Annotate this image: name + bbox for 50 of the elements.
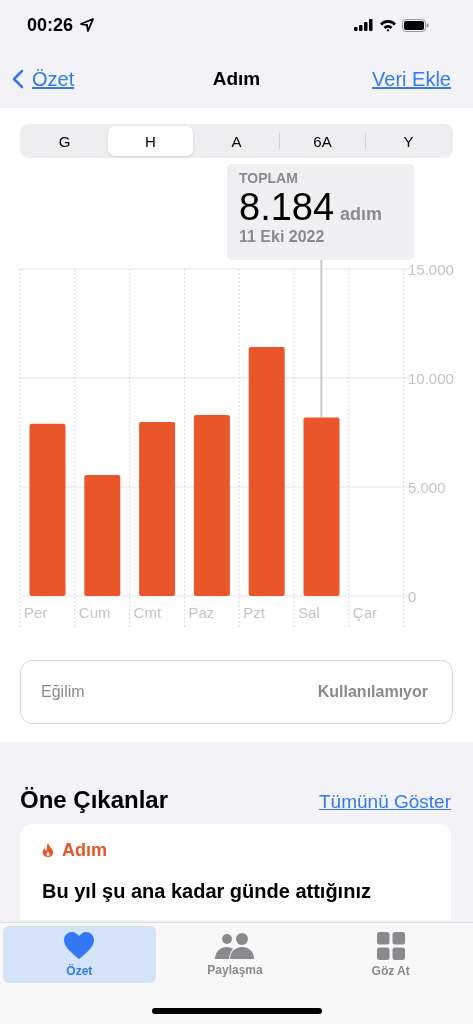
nav-title: Adım bbox=[212, 68, 261, 90]
tooltip-unit: adım bbox=[340, 204, 383, 225]
x-axis-label: Cmt bbox=[133, 604, 162, 621]
chart-bar[interactable] bbox=[84, 475, 121, 596]
x-axis-label: Pzt bbox=[243, 604, 265, 621]
heart-icon[interactable] bbox=[64, 931, 95, 960]
show-all-link[interactable]: Tümünü Göster bbox=[319, 791, 451, 813]
segment-tab[interactable]: 6A bbox=[280, 126, 365, 156]
tab-bar-item[interactable]: Göz At bbox=[314, 926, 467, 983]
segment-tab[interactable]: H bbox=[108, 126, 193, 156]
x-axis-label: Sal bbox=[298, 604, 320, 621]
segment-tab[interactable]: Y bbox=[366, 126, 451, 156]
tooltip-date: 11 Eki 2022 bbox=[239, 228, 326, 246]
people-icon[interactable] bbox=[215, 932, 255, 959]
y-axis-label: 10.000 bbox=[408, 370, 454, 387]
x-axis-label: Çar bbox=[352, 604, 377, 621]
battery-icon bbox=[402, 18, 429, 32]
chart-bar[interactable] bbox=[139, 422, 176, 596]
y-axis-label: 0 bbox=[408, 588, 417, 605]
highlight-category: Adım bbox=[62, 840, 107, 861]
chart-bar[interactable] bbox=[193, 415, 230, 596]
segment-tab[interactable]: A bbox=[194, 126, 279, 156]
y-axis-label: 5.000 bbox=[408, 479, 446, 496]
tab-bar-item[interactable]: Özet bbox=[3, 926, 156, 983]
trend-label: Eğilim bbox=[41, 683, 85, 701]
chart-bar[interactable] bbox=[29, 423, 66, 596]
y-axis-label: 15.000 bbox=[408, 261, 454, 278]
add-data-link[interactable]: Veri Ekle bbox=[372, 67, 451, 91]
highlight-text: Bu yıl şu ana kadar günde attığınız bbox=[42, 879, 372, 904]
location-arrow-icon bbox=[80, 18, 95, 32]
chart-bar[interactable] bbox=[303, 417, 340, 596]
x-axis-label: Per bbox=[24, 604, 48, 621]
x-axis-label: Paz bbox=[188, 604, 215, 621]
tooltip-label: TOPLAM bbox=[239, 170, 299, 186]
wifi-icon bbox=[379, 18, 397, 32]
flame-icon bbox=[42, 842, 54, 859]
tab-bar-item[interactable]: Paylaşma bbox=[158, 926, 312, 983]
x-axis-label: Cum bbox=[78, 604, 111, 621]
status-time: 00:26 bbox=[27, 14, 74, 36]
grid-icon[interactable] bbox=[376, 931, 405, 960]
back-chevron-icon[interactable] bbox=[12, 69, 24, 89]
section-title: Öne Çıkanlar bbox=[20, 786, 169, 814]
back-link[interactable]: Özet bbox=[12, 67, 75, 91]
highlight-card[interactable]: Adım Bu yıl şu ana kadar günde attığınız bbox=[20, 824, 451, 920]
signal-icon bbox=[354, 19, 374, 31]
trend-value: Kullanılamıyor bbox=[317, 683, 428, 701]
chart-bar[interactable] bbox=[248, 347, 285, 596]
trend-row[interactable]: Eğilim Kullanılamıyor bbox=[20, 660, 453, 724]
tooltip-value: 8.184 bbox=[239, 186, 335, 228]
segment-tab[interactable]: G bbox=[22, 126, 107, 156]
